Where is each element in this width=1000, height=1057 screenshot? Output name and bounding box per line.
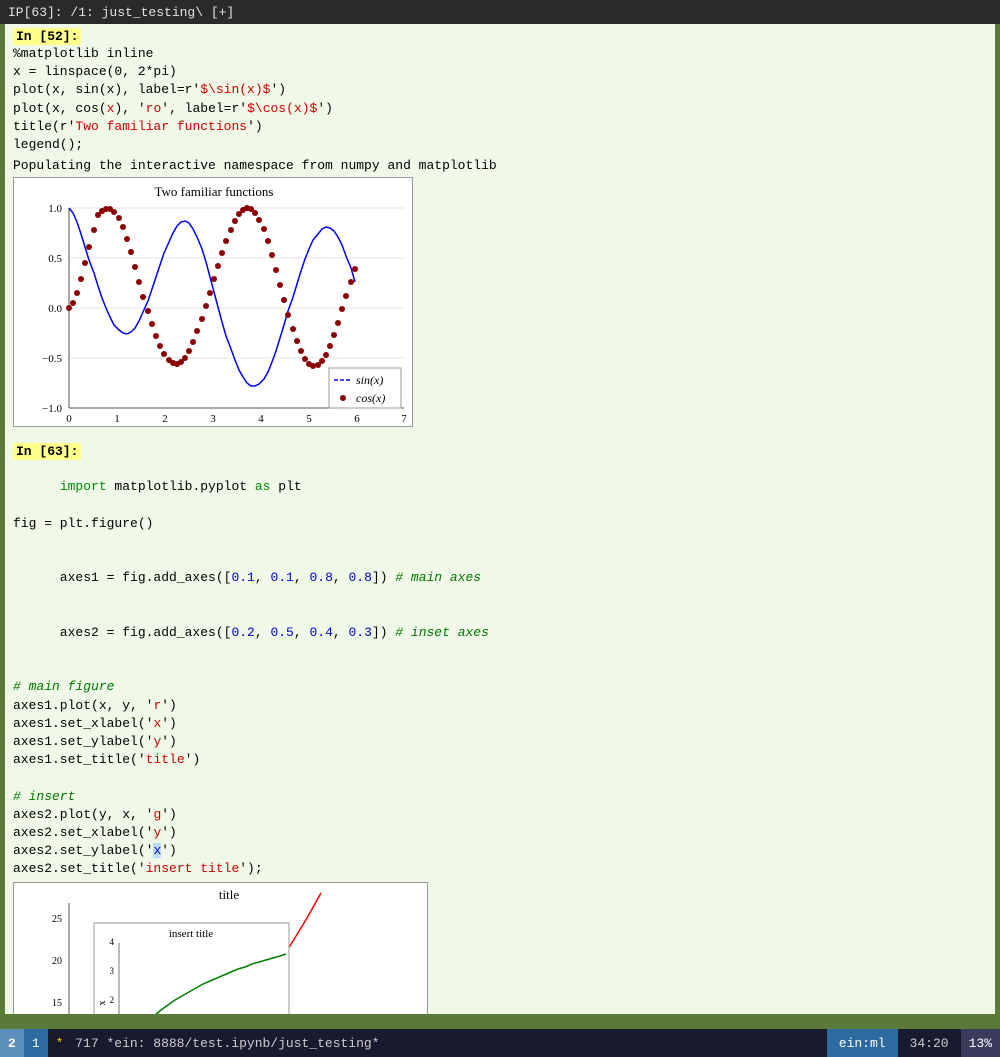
status-percent: 13% xyxy=(961,1029,1000,1057)
svg-text:Two familiar functions: Two familiar functions xyxy=(155,184,274,199)
status-filename: * 717 *ein: 8888/test.ipynb/just_testing… xyxy=(48,1036,827,1051)
status-bar: 2 1 * 717 *ein: 8888/test.ipynb/just_tes… xyxy=(0,1029,1000,1057)
svg-text:title: title xyxy=(219,887,239,902)
status-mode: ein:ml xyxy=(827,1029,898,1057)
code-line-63-8: axes1.plot(x, y, 'r') xyxy=(13,697,987,715)
code-line-63-14: axes2.plot(y, x, 'g') xyxy=(13,806,987,824)
svg-text:3: 3 xyxy=(210,413,216,425)
code-line-1: %matplotlib inline xyxy=(13,45,987,63)
plot2-svg: title 0 5 10 15 20 25 y 0 1 2 3 4 5 x xyxy=(13,882,428,1014)
code-line-63-9: axes1.set_xlabel('x') xyxy=(13,715,987,733)
svg-text:1: 1 xyxy=(114,413,120,425)
code-line-63-5: axes2 = fig.add_axes([0.2, 0.5, 0.4, 0.3… xyxy=(13,606,987,661)
status-star: * xyxy=(56,1036,64,1051)
cell-52: In [52]: %matplotlib inline x = linspace… xyxy=(5,24,995,177)
plot1-container: Two familiar functions 1.0 0.5 0.0 −0.5 … xyxy=(13,177,987,431)
title-text: IP[63]: /1: just_testing\ [+] xyxy=(8,5,234,20)
svg-text:25: 25 xyxy=(52,914,62,925)
svg-text:cos(x): cos(x) xyxy=(356,391,385,405)
svg-text:1.0: 1.0 xyxy=(48,203,62,215)
svg-text:2: 2 xyxy=(110,995,115,1005)
code-line-63-10: axes1.set_ylabel('y') xyxy=(13,733,987,751)
svg-text:3: 3 xyxy=(110,966,115,976)
code-line-63-13: # insert xyxy=(13,788,987,806)
cell-label-52[interactable]: In [52]: xyxy=(13,28,81,45)
svg-text:7: 7 xyxy=(401,413,407,425)
code-line-5: title(r'Two familiar functions') xyxy=(13,118,987,136)
code-line-63-15: axes2.set_xlabel('y') xyxy=(13,824,987,842)
cell-label-63[interactable]: In [63]: xyxy=(13,443,81,460)
svg-text:−0.5: −0.5 xyxy=(42,353,62,365)
code-line-4: plot(x, cos(x), 'ro', label=r'$\cos(x)$'… xyxy=(13,100,987,118)
svg-text:0: 0 xyxy=(66,413,72,425)
svg-text:5: 5 xyxy=(306,413,312,425)
code-line-63-7: # main figure xyxy=(13,678,987,696)
code-line-63-1: import matplotlib.pyplot as plt xyxy=(13,460,987,515)
svg-text:2: 2 xyxy=(162,413,168,425)
code-line-63-12 xyxy=(13,769,987,787)
svg-text:4: 4 xyxy=(258,413,264,425)
svg-text:0.5: 0.5 xyxy=(48,253,62,265)
code-line-63-2: fig = plt.figure() xyxy=(13,515,987,533)
plot2-container: title 0 5 10 15 20 25 y 0 1 2 3 4 5 x xyxy=(13,882,987,1014)
svg-text:6: 6 xyxy=(354,413,360,425)
status-cell-num1: 2 xyxy=(0,1029,24,1057)
svg-text:x: x xyxy=(97,1001,108,1006)
svg-text:−1.0: −1.0 xyxy=(42,403,62,415)
notebook: In [52]: %matplotlib inline x = linspace… xyxy=(5,24,995,1014)
code-line-2: x = linspace(0, 2*pi) xyxy=(13,63,987,81)
cell-output-52: Populating the interactive namespace fro… xyxy=(13,158,987,173)
title-bar: IP[63]: /1: just_testing\ [+] xyxy=(0,0,1000,24)
status-position: 34:20 xyxy=(898,1036,961,1051)
code-line-63-4: axes1 = fig.add_axes([0.1, 0.1, 0.8, 0.8… xyxy=(13,551,987,606)
code-line-63-3 xyxy=(13,533,987,551)
code-line-63-16: axes2.set_ylabel('x') xyxy=(13,842,987,860)
svg-text:20: 20 xyxy=(52,956,62,967)
svg-text:sin(x): sin(x) xyxy=(356,373,383,387)
svg-text:0.0: 0.0 xyxy=(48,303,62,315)
code-line-63-6 xyxy=(13,660,987,678)
cell-63: In [63]: import matplotlib.pyplot as plt… xyxy=(5,439,995,882)
code-line-6: legend(); xyxy=(13,136,987,154)
svg-text:insert title: insert title xyxy=(169,928,213,940)
code-line-63-11: axes1.set_title('title') xyxy=(13,751,987,769)
code-line-63-17: axes2.set_title('insert title'); xyxy=(13,860,987,878)
svg-text:4: 4 xyxy=(110,937,115,947)
svg-text:15: 15 xyxy=(52,998,62,1009)
code-line-3: plot(x, sin(x), label=r'$\sin(x)$') xyxy=(13,81,987,99)
status-cell-num2: 1 xyxy=(24,1029,48,1057)
plot1-svg: Two familiar functions 1.0 0.5 0.0 −0.5 … xyxy=(13,177,413,427)
